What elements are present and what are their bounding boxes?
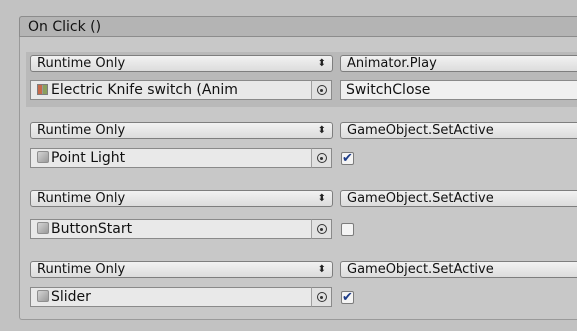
runtime-mode-label: Runtime Only — [37, 123, 126, 138]
object-picker-button[interactable] — [311, 219, 332, 239]
checkmark-icon: ✔ — [342, 151, 353, 166]
up-down-arrows-icon: ⬍ — [317, 125, 326, 136]
animator-icon — [37, 84, 48, 95]
runtime-mode-dropdown[interactable]: Runtime Only ⬍ — [30, 190, 333, 207]
runtime-mode-label: Runtime Only — [37, 262, 126, 277]
up-down-arrows-icon: ⬍ — [317, 193, 326, 204]
bool-parameter-checkbox[interactable]: ✔ — [341, 152, 354, 165]
runtime-mode-label: Runtime Only — [37, 56, 126, 71]
function-dropdown[interactable]: GameObject.SetActive — [340, 261, 577, 278]
object-picker-button[interactable] — [311, 80, 332, 100]
function-dropdown[interactable]: GameObject.SetActive — [340, 122, 577, 139]
checkmark-icon: ✔ — [342, 290, 353, 305]
circle-dot-icon — [316, 85, 327, 95]
bool-parameter-checkbox[interactable]: ✔ — [341, 291, 354, 304]
event-header: On Click () — [19, 16, 577, 37]
circle-dot-icon — [316, 292, 327, 302]
gameobject-cube-icon — [37, 151, 49, 163]
object-picker-button[interactable] — [311, 148, 332, 168]
function-label: GameObject.SetActive — [347, 262, 494, 277]
circle-dot-icon — [316, 224, 327, 234]
target-object-label: Electric Knife switch (Anim — [51, 82, 238, 98]
object-picker-button[interactable] — [311, 287, 332, 307]
event-title: On Click () — [28, 19, 102, 35]
runtime-mode-dropdown[interactable]: Runtime Only ⬍ — [30, 122, 333, 139]
function-dropdown[interactable]: GameObject.SetActive — [340, 190, 577, 207]
runtime-mode-dropdown[interactable]: Runtime Only ⬍ — [30, 261, 333, 278]
function-label: GameObject.SetActive — [347, 191, 494, 206]
gameobject-cube-icon — [37, 290, 49, 302]
up-down-arrows-icon: ⬍ — [317, 264, 326, 275]
function-label: Animator.Play — [347, 56, 437, 71]
circle-dot-icon — [316, 153, 327, 163]
string-parameter-field[interactable]: SwitchClose — [340, 80, 577, 100]
target-object-field[interactable]: Slider — [30, 287, 312, 307]
target-object-field[interactable]: Point Light — [30, 148, 312, 168]
target-object-label: Slider — [51, 289, 91, 305]
target-object-field[interactable]: ButtonStart — [30, 219, 312, 239]
runtime-mode-dropdown[interactable]: Runtime Only ⬍ — [30, 55, 333, 72]
runtime-mode-label: Runtime Only — [37, 191, 126, 206]
function-label: GameObject.SetActive — [347, 123, 494, 138]
target-object-label: Point Light — [51, 150, 126, 166]
string-parameter-value: SwitchClose — [346, 82, 431, 98]
function-dropdown[interactable]: Animator.Play — [340, 55, 577, 72]
up-down-arrows-icon: ⬍ — [317, 58, 326, 69]
bool-parameter-checkbox[interactable] — [341, 223, 354, 236]
gameobject-cube-icon — [37, 222, 49, 234]
target-object-label: ButtonStart — [51, 221, 133, 237]
target-object-field[interactable]: Electric Knife switch (Anim — [30, 80, 312, 100]
